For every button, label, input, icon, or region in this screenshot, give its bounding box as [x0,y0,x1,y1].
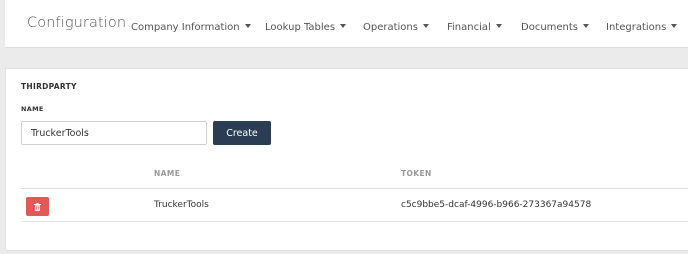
delete-button[interactable] [26,197,49,216]
column-header-name: NAME [154,169,181,178]
thirdparty-panel: THIRDPARTY NAME Create NAME TOKEN Trucke… [5,68,688,251]
caret-down-icon [422,24,429,28]
caret-down-icon [340,24,347,28]
trash-icon [34,202,41,211]
row-name-cell: TruckerTools [154,200,209,210]
navbar-brand[interactable]: Configuration [27,15,126,31]
create-button[interactable]: Create [213,121,271,145]
top-navbar: Configuration Company Information Lookup… [5,0,688,48]
nav-item-label: Lookup Tables [265,22,336,33]
nav-item-label: Financial [447,22,491,33]
nav-item-label: Documents [521,22,579,33]
nav-lookup-tables[interactable]: Lookup Tables [265,22,347,33]
caret-down-icon [244,24,251,28]
name-input[interactable] [21,121,207,145]
nav-item-label: Operations [363,22,418,33]
nav-company-information[interactable]: Company Information [131,22,251,33]
nav-item-label: Company Information [131,22,240,33]
panel-title: THIRDPARTY [21,82,77,91]
caret-down-icon [671,24,678,28]
column-header-token: TOKEN [401,169,432,178]
table-divider [21,188,688,189]
nav-integrations[interactable]: Integrations [606,22,678,33]
nav-financial[interactable]: Financial [447,22,502,33]
nav-operations[interactable]: Operations [363,22,429,33]
caret-down-icon [583,24,590,28]
row-token-cell: c5c9bbe5-dcaf-4996-b966-273367a94578 [401,200,592,210]
nav-item-label: Integrations [606,22,667,33]
table-divider [21,221,688,222]
caret-down-icon [495,24,502,28]
nav-documents[interactable]: Documents [521,22,590,33]
name-field-label: NAME [21,105,44,113]
